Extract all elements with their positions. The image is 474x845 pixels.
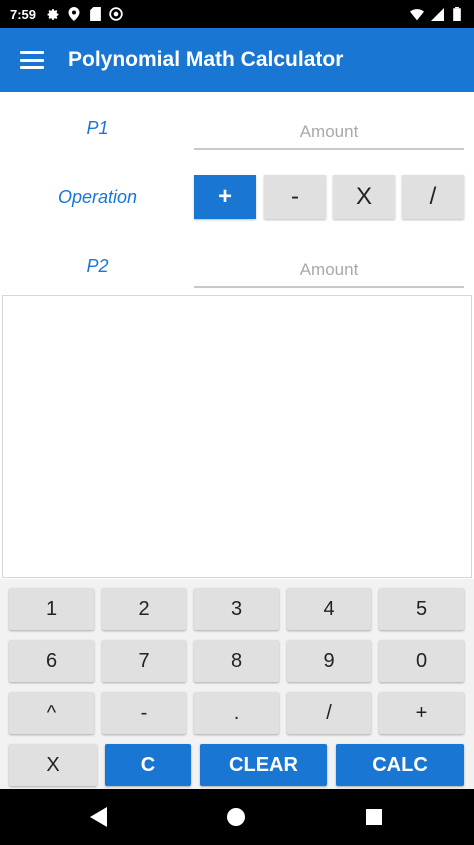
key-5[interactable]: 5 [379,588,464,630]
operation-divide-button[interactable]: / [402,175,464,219]
recents-icon[interactable] [366,809,382,825]
gear-icon [46,7,60,21]
p1-row: P1 [0,112,474,152]
location-icon [67,7,81,21]
key-7[interactable]: 7 [102,640,186,682]
system-nav-bar [0,789,474,845]
key-decimal[interactable]: . [194,692,279,734]
p1-input[interactable] [194,116,464,150]
app-title: Polynomial Math Calculator [68,48,344,71]
home-icon[interactable] [227,808,245,826]
operation-subtract-button[interactable]: - [264,175,326,219]
status-icons-left [46,7,123,21]
calc-button[interactable]: CALC [336,744,464,786]
operation-add-button[interactable]: + [194,175,256,219]
key-3[interactable]: 3 [194,588,279,630]
key-1[interactable]: 1 [9,588,94,630]
key-minus[interactable]: - [102,692,186,734]
result-area[interactable] [2,295,472,578]
p1-label: P1 [86,118,109,138]
battery-icon [450,7,464,21]
status-bar: 7:59 [0,0,474,28]
at-icon [109,7,123,21]
status-icons-right [410,7,464,21]
key-divide[interactable]: / [287,692,371,734]
operation-row: Operation + - X / [0,175,474,219]
app-bar: Polynomial Math Calculator [0,28,474,92]
main-content: P1 Operation + - X / P2 1 2 3 4 5 6 7 8 … [0,92,474,789]
sd-card-icon [88,7,102,21]
key-8[interactable]: 8 [194,640,279,682]
signal-icon [430,7,444,21]
clear-button[interactable]: CLEAR [200,744,327,786]
key-0[interactable]: 0 [379,640,464,682]
hamburger-menu-icon[interactable] [20,51,44,69]
p2-label: P2 [86,256,109,276]
key-6[interactable]: 6 [9,640,94,682]
back-icon[interactable] [90,807,107,827]
keypad: 1 2 3 4 5 6 7 8 9 0 ^ - . / + X C CLEAR … [0,579,474,789]
key-variable-x[interactable]: X [9,744,97,786]
wifi-icon [410,7,424,21]
key-9[interactable]: 9 [287,640,371,682]
operation-label: Operation [57,187,138,207]
status-time: 7:59 [10,6,37,22]
key-power[interactable]: ^ [9,692,94,734]
p2-input[interactable] [194,254,464,288]
p2-row: P2 [0,250,474,290]
key-backspace-c[interactable]: C [105,744,191,786]
key-2[interactable]: 2 [102,588,186,630]
key-plus[interactable]: + [379,692,464,734]
operation-multiply-button[interactable]: X [333,175,395,219]
key-4[interactable]: 4 [287,588,371,630]
